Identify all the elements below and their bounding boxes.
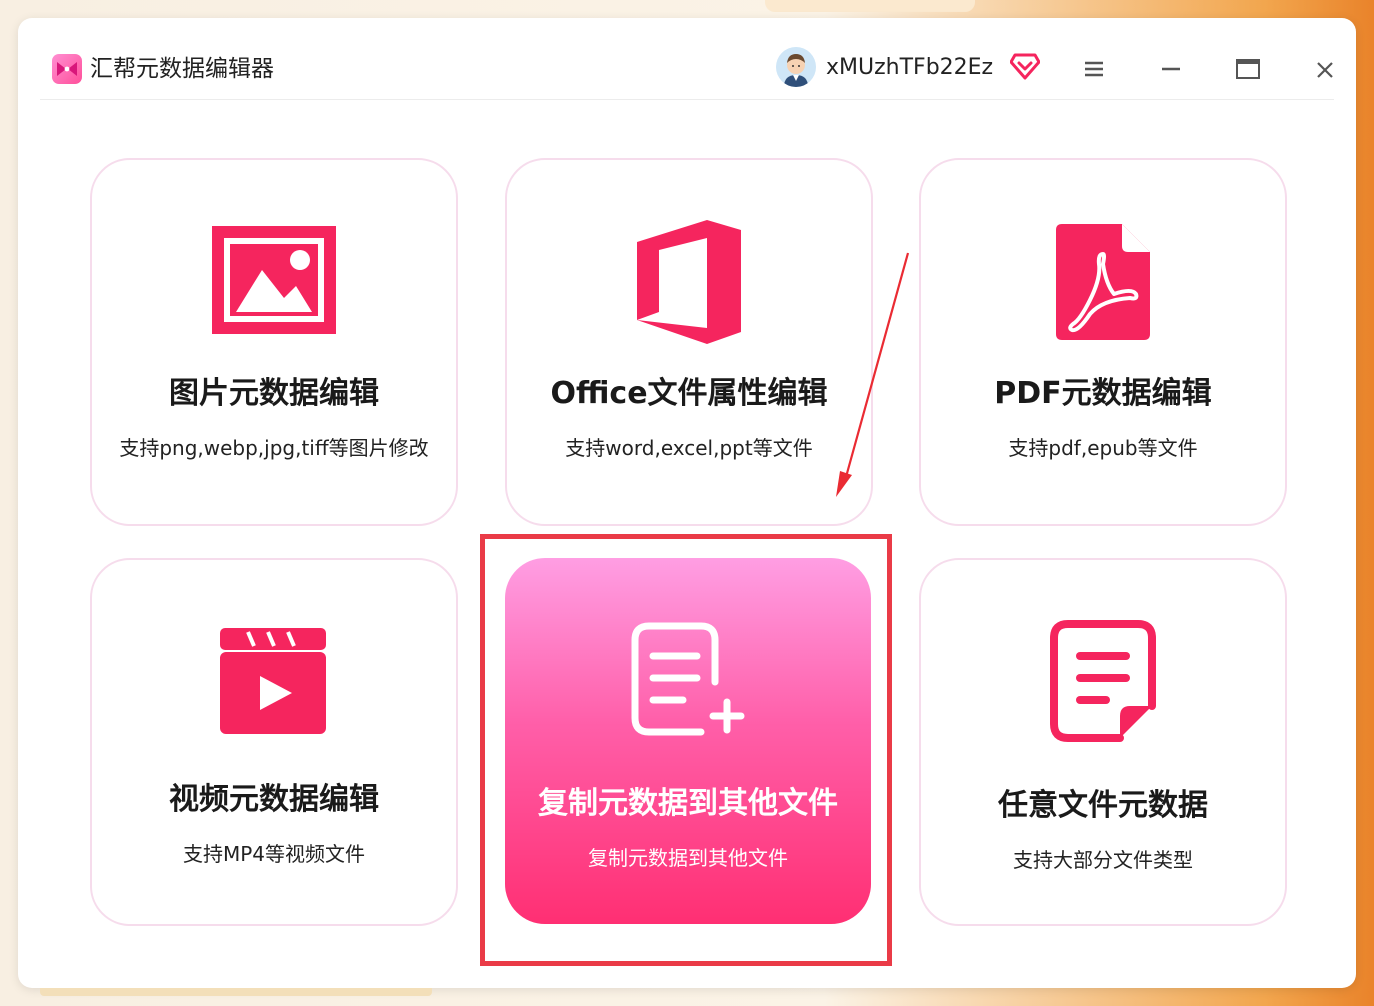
background-top-glow	[765, 0, 975, 12]
background-bottom-strip	[40, 988, 432, 996]
card-office-properties[interactable]: Office文件属性编辑 支持word,excel,ppt等文件	[505, 158, 873, 526]
vip-diamond-icon[interactable]	[1009, 52, 1041, 80]
title-bar: 汇帮元数据编辑器 xMUzhTFb22Ez	[40, 18, 1334, 100]
username[interactable]: xMUzhTFb22Ez	[826, 54, 993, 82]
card-title: 任意文件元数据	[998, 788, 1208, 823]
card-description: 支持png,webp,jpg,tiff等图片修改	[119, 436, 429, 460]
pdf-icon	[1056, 224, 1150, 344]
card-any-file-metadata[interactable]: 任意文件元数据 支持大部分文件类型	[919, 558, 1287, 926]
card-pdf-metadata[interactable]: PDF元数据编辑 支持pdf,epub等文件	[919, 158, 1287, 526]
highlight-annotation-box	[480, 534, 892, 966]
card-image-metadata[interactable]: 图片元数据编辑 支持png,webp,jpg,tiff等图片修改	[90, 158, 458, 526]
card-description: 支持pdf,epub等文件	[1008, 436, 1198, 460]
menu-icon[interactable]	[1080, 56, 1108, 84]
card-title: Office文件属性编辑	[550, 376, 828, 411]
card-title: 视频元数据编辑	[169, 782, 379, 817]
user-avatar[interactable]	[776, 47, 816, 87]
card-title: 图片元数据编辑	[169, 376, 379, 411]
document-edit-icon	[1050, 620, 1156, 746]
card-description: 支持word,excel,ppt等文件	[565, 436, 813, 460]
annotation-arrow-icon	[820, 245, 920, 509]
app-title: 汇帮元数据编辑器	[90, 56, 274, 82]
card-description: 支持大部分文件类型	[1013, 848, 1193, 872]
card-title: PDF元数据编辑	[994, 376, 1212, 411]
maximize-icon[interactable]	[1234, 56, 1262, 84]
close-icon[interactable]	[1311, 56, 1339, 84]
image-icon	[212, 226, 336, 340]
card-description: 支持MP4等视频文件	[182, 842, 366, 866]
office-icon	[637, 220, 741, 348]
card-video-metadata[interactable]: 视频元数据编辑 支持MP4等视频文件	[90, 558, 458, 926]
video-clapper-icon	[220, 628, 328, 738]
app-logo-icon	[52, 54, 82, 84]
minimize-icon[interactable]	[1157, 56, 1185, 84]
